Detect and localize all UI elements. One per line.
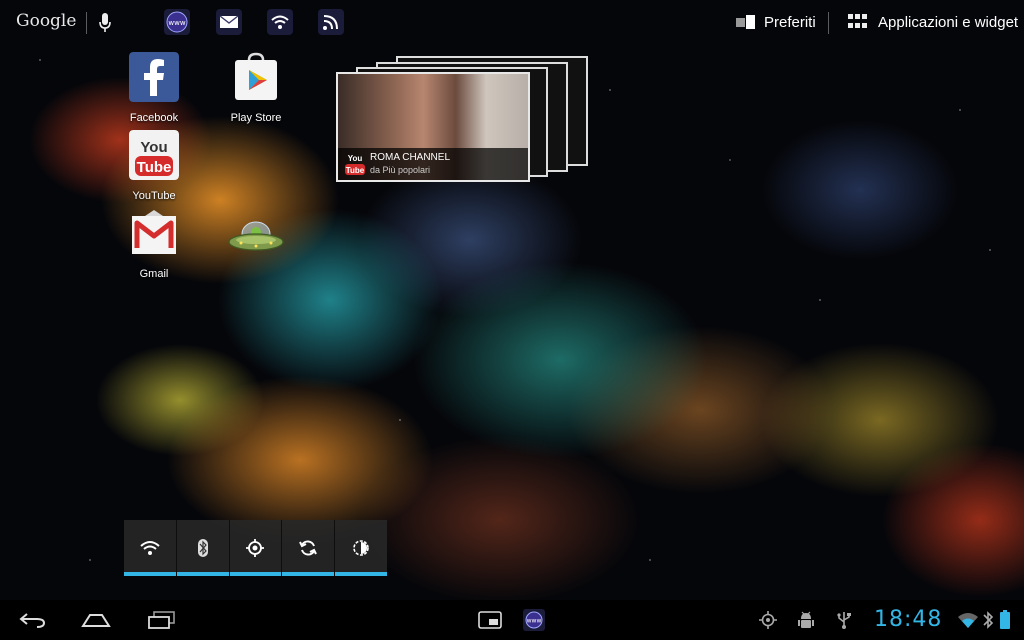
svg-text:You: You bbox=[348, 154, 363, 163]
top-bar: Google www Preferiti Applicazioni e widg… bbox=[0, 0, 1024, 44]
rss-icon[interactable] bbox=[317, 8, 345, 36]
app-facebook[interactable]: Facebook bbox=[119, 52, 189, 124]
app-youtube[interactable]: You Tube YouTube bbox=[119, 130, 189, 202]
home-icon bbox=[81, 614, 111, 627]
sync-toggle[interactable] bbox=[282, 520, 336, 576]
svg-text:www: www bbox=[168, 19, 185, 27]
clock[interactable]: 18:48 bbox=[874, 607, 942, 632]
toggle-on-indicator bbox=[282, 572, 335, 576]
recents-icon bbox=[148, 611, 175, 629]
youtube-caption: You Tube ROMA CHANNEL da Più popolari bbox=[338, 148, 528, 180]
gps-toggle[interactable] bbox=[229, 520, 283, 576]
usb-icon bbox=[837, 612, 851, 629]
screen-icon[interactable] bbox=[478, 610, 502, 630]
wifi-icon[interactable] bbox=[266, 8, 294, 36]
ufo-icon[interactable] bbox=[227, 218, 285, 254]
power-control-widget bbox=[124, 520, 387, 576]
play-store-icon bbox=[235, 52, 277, 100]
email-icon[interactable] bbox=[215, 8, 243, 36]
back-icon bbox=[19, 613, 46, 628]
svg-text:www: www bbox=[527, 618, 542, 625]
video-subtitle: da Più popolari bbox=[370, 165, 431, 175]
wifi-signal-icon bbox=[958, 613, 978, 628]
app-play-store[interactable]: Play Store bbox=[221, 52, 291, 124]
sync-icon bbox=[299, 540, 318, 556]
toggle-on-indicator bbox=[335, 572, 387, 576]
google-search-label[interactable]: Google bbox=[16, 11, 76, 31]
battery-icon bbox=[1000, 610, 1010, 629]
youtube-logo-icon: You Tube bbox=[345, 154, 365, 175]
apps-widgets-button[interactable]: Applicazioni e widget bbox=[848, 11, 1018, 33]
apps-grid-icon bbox=[848, 14, 867, 28]
facebook-icon bbox=[129, 52, 179, 102]
svg-text:Tube: Tube bbox=[137, 159, 172, 176]
toggle-on-indicator bbox=[176, 572, 229, 576]
mic-icon[interactable] bbox=[98, 12, 112, 34]
recents-button[interactable] bbox=[144, 608, 178, 632]
video-title: ROMA CHANNEL bbox=[370, 152, 451, 163]
divider bbox=[86, 12, 87, 34]
favorites-button[interactable]: Preferiti bbox=[736, 11, 816, 33]
brightness-icon bbox=[353, 540, 369, 556]
app-label: Play Store bbox=[230, 112, 282, 124]
app-label: Facebook bbox=[129, 112, 179, 124]
android-debug-icon bbox=[798, 611, 814, 628]
gps-icon bbox=[246, 539, 265, 557]
wifi-toggle[interactable] bbox=[124, 520, 177, 576]
browser-icon[interactable]: www bbox=[522, 608, 546, 632]
brightness-toggle[interactable] bbox=[335, 520, 387, 576]
toggle-on-indicator bbox=[229, 572, 282, 576]
favorites-label: Preferiti bbox=[764, 13, 816, 31]
apps-widgets-label: Applicazioni e widget bbox=[878, 13, 1019, 31]
app-gmail[interactable]: Gmail bbox=[119, 208, 189, 280]
back-button[interactable] bbox=[15, 608, 49, 632]
youtube-icon: You Tube bbox=[129, 130, 179, 180]
gps-icon bbox=[759, 611, 777, 629]
system-bar: www 18:48 bbox=[0, 600, 1024, 640]
bluetooth-icon bbox=[197, 539, 208, 557]
gmail-icon bbox=[132, 210, 176, 254]
browser-icon[interactable]: www bbox=[163, 8, 191, 36]
bluetooth-toggle[interactable] bbox=[176, 520, 230, 576]
app-label: Gmail bbox=[139, 268, 169, 280]
svg-text:Tube: Tube bbox=[346, 166, 365, 175]
home-button[interactable] bbox=[79, 608, 113, 632]
svg-text:You: You bbox=[140, 139, 167, 156]
bluetooth-icon bbox=[983, 611, 994, 629]
toggle-on-indicator bbox=[124, 572, 176, 576]
app-label: YouTube bbox=[132, 190, 176, 202]
wifi-icon bbox=[140, 541, 160, 555]
youtube-widget-card[interactable]: You Tube ROMA CHANNEL da Più popolari bbox=[336, 72, 530, 182]
divider bbox=[828, 12, 829, 34]
favorites-icon bbox=[736, 15, 755, 29]
